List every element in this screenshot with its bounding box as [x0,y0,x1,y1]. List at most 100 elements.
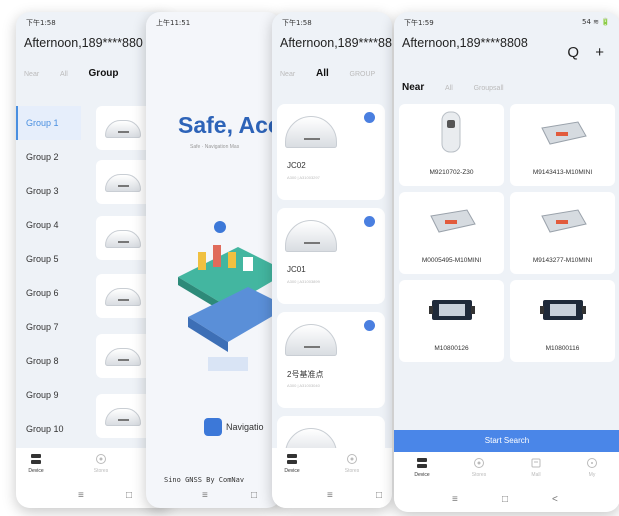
nav-stores[interactable]: Stores [332,453,372,474]
handheld-receiver-image [441,111,461,153]
device-tile[interactable]: M9143277-M10MINI [510,192,615,274]
home-key[interactable]: □ [251,490,257,501]
nav-device-label: Device [414,472,430,478]
nav-device-label: Device [284,468,300,474]
group-item[interactable]: Group 4 [16,208,81,242]
bottom-nav: Device Stores Mall My ≡ □ < [394,452,619,512]
nav-stores[interactable]: Stores [81,453,121,474]
device-id: A300 | A31003297 [287,175,320,180]
device-tile[interactable]: M10800126 [399,280,504,362]
group-list: Group 1 Group 2 Group 3 Group 4 Group 5 … [16,106,81,446]
device-name: 2号基准点 [287,370,324,379]
start-search-button[interactable]: Start Search [394,430,619,452]
device-icon [287,454,297,464]
shield-icon [204,418,222,436]
greeting-title: Afternoon,189****880 [24,36,143,50]
device-id: A300 | A31003040 [287,383,320,388]
device-card[interactable]: JC01 A300 | A31003899 [277,208,385,304]
group-item[interactable]: Group 9 [16,378,81,412]
status-time: 上午11:51 [156,19,191,27]
group-item[interactable]: Group 2 [16,140,81,174]
greeting-title: Afternoon,189****88 [280,36,392,50]
menu-key[interactable]: ≡ [78,490,84,501]
group-item[interactable]: Group 8 [16,344,81,378]
group-item[interactable]: Group 1 [16,106,81,140]
nav-device[interactable]: Device [272,453,312,474]
search-icon[interactable]: Q [567,44,579,61]
status-time: 下午1:58 [282,19,312,27]
device-tabs: Near All Group [24,68,137,82]
splash-subtitle: Safe · Navigation Mas [190,144,240,150]
settings-icon[interactable] [364,216,375,227]
tab-all[interactable]: All [316,68,329,79]
group-item[interactable]: Group 6 [16,276,81,310]
stores-icon [96,454,106,464]
stores-icon [347,454,357,464]
nearby-device-grid: M9210702-Z30 M9143413-M10MINI M0005495-M… [394,96,619,426]
mini-receiver-image [541,209,587,233]
control-box-image [429,300,475,320]
device-icon [417,458,427,468]
settings-icon[interactable] [364,320,375,331]
profile-icon [587,458,597,468]
system-keys: ≡ □ < [394,494,619,506]
header-actions: Q + [555,44,604,61]
device-tile[interactable]: M9143413-M10MINI [510,104,615,186]
nav-device[interactable]: Device [16,453,56,474]
tab-group[interactable]: Group [89,68,119,79]
stores-icon [474,458,484,468]
home-key[interactable]: □ [376,490,382,501]
device-tile[interactable]: M9210702-Z30 [399,104,504,186]
device-card[interactable]: 2号基准点 A300 | A31003040 [277,312,385,408]
greeting-title: Afternoon,189****8808 [402,36,528,50]
settings-icon[interactable] [364,112,375,123]
add-icon[interactable]: + [595,44,604,61]
device-id: A300 | A31003899 [287,279,320,284]
tab-near[interactable]: Near [24,71,39,78]
group-item[interactable]: Group 10 [16,412,81,446]
device-tile[interactable]: M0005495-M10MINI [399,192,504,274]
mall-icon [531,458,541,468]
device-icon [31,454,41,464]
receiver-dome-image [285,116,337,148]
system-keys: ≡ □ [272,490,392,502]
mini-receiver-image [541,121,587,145]
brand-footer: Sino GNSS By ComNav [164,476,245,484]
nav-mall[interactable]: Mall [516,457,556,478]
mini-receiver-image [430,209,476,233]
nav-my[interactable]: My [572,457,612,478]
back-key[interactable]: < [552,494,558,505]
phone-screen-splash: 上午11:51 Safe, Acc Safe · Navigation Mas … [146,12,281,508]
nav-device-label: Device [28,468,44,474]
home-key[interactable]: □ [126,490,132,501]
menu-key[interactable]: ≡ [202,490,208,501]
tab-all[interactable]: All [445,85,453,92]
nav-stores[interactable]: Stores [459,457,499,478]
menu-key[interactable]: ≡ [452,494,458,505]
tab-group[interactable]: Groupsall [474,85,504,92]
menu-key[interactable]: ≡ [327,490,333,501]
tab-near[interactable]: Near [280,71,295,78]
group-item[interactable]: Group 3 [16,174,81,208]
device-card[interactable]: JC02 A300 | A31003297 [277,104,385,200]
receiver-dome-image [105,348,141,366]
splash-title: Safe, Acc [178,112,281,138]
receiver-dome-image [285,220,337,252]
group-item[interactable]: Group 7 [16,310,81,344]
phone-screen-all: 下午1:58 Afternoon,189****88 Near All GROU… [272,12,392,508]
nav-device[interactable]: Device [402,457,442,478]
device-name: JC01 [287,265,306,274]
receiver-dome-image [105,230,141,248]
device-tile[interactable]: M10800116 [510,280,615,362]
phone-screen-near: 下午1:59 54 ≋ 🔋 Afternoon,189****8808 Q + … [394,12,619,512]
device-name: M9210702-Z30 [429,169,474,176]
system-keys: ≡ □ [146,490,281,502]
nav-stores-label: Stores [93,468,109,474]
tab-group[interactable]: GROUP [350,71,376,78]
tab-near[interactable]: Near [402,82,424,93]
home-key[interactable]: □ [502,494,508,505]
status-time: 下午1:59 [404,19,434,27]
group-item[interactable]: Group 5 [16,242,81,276]
receiver-dome-image [105,120,141,138]
tab-all[interactable]: All [60,71,68,78]
